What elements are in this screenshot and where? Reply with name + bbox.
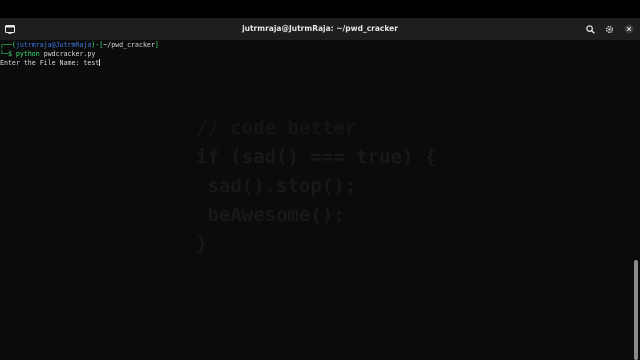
wallpaper-line: // code better xyxy=(196,117,357,139)
terminal-window: jutrmraja@JutrmRaja: ~/pwd_cracker // co… xyxy=(0,0,640,360)
top-band xyxy=(0,0,640,18)
title-bar: jutrmraja@JutrmRaja: ~/pwd_cracker xyxy=(0,18,640,41)
prompt-box-close: ] xyxy=(154,41,159,49)
close-icon[interactable] xyxy=(619,18,638,40)
prompt-cwd: ~/pwd_cracker xyxy=(103,41,155,49)
gear-icon[interactable] xyxy=(600,18,619,40)
wallpaper-line: sad().stop(); xyxy=(196,175,357,197)
terminal-output[interactable]: // code better if (sad() === true) { sad(… xyxy=(0,40,632,360)
prompt-user-host: jutrmraja@JutrmRaja xyxy=(15,41,92,49)
scrollbar[interactable] xyxy=(632,40,640,360)
wallpaper-line: beAwesome(); xyxy=(196,204,345,226)
text-cursor xyxy=(99,59,101,66)
prompt-symbol: └─$ xyxy=(0,50,12,58)
prompt-box-open: ┌──( xyxy=(0,41,16,49)
command-name: python xyxy=(15,50,40,58)
wallpaper-line: if (sad() === true) { xyxy=(196,146,437,168)
search-icon[interactable] xyxy=(581,18,600,40)
scrollbar-thumb[interactable] xyxy=(634,260,638,360)
wallpaper-line: } xyxy=(196,233,208,255)
input-line[interactable]: Enter the File Name: test xyxy=(0,59,101,68)
command-line: └─$ python pwdcracker.py xyxy=(0,50,95,59)
input-value[interactable]: test xyxy=(83,59,99,67)
command-argument: pwdcracker.py xyxy=(43,50,96,58)
input-prompt: Enter the File Name: xyxy=(0,59,84,67)
wallpaper-code: // code better if (sad() === true) { sad(… xyxy=(196,114,436,259)
prompt-box-mid: )-[ xyxy=(91,41,104,49)
window-title: jutrmraja@JutrmRaja: ~/pwd_cracker xyxy=(242,24,398,33)
prompt-line: ┌──(jutrmraja@JutrmRaja)-[~/pwd_cracker] xyxy=(0,41,159,50)
